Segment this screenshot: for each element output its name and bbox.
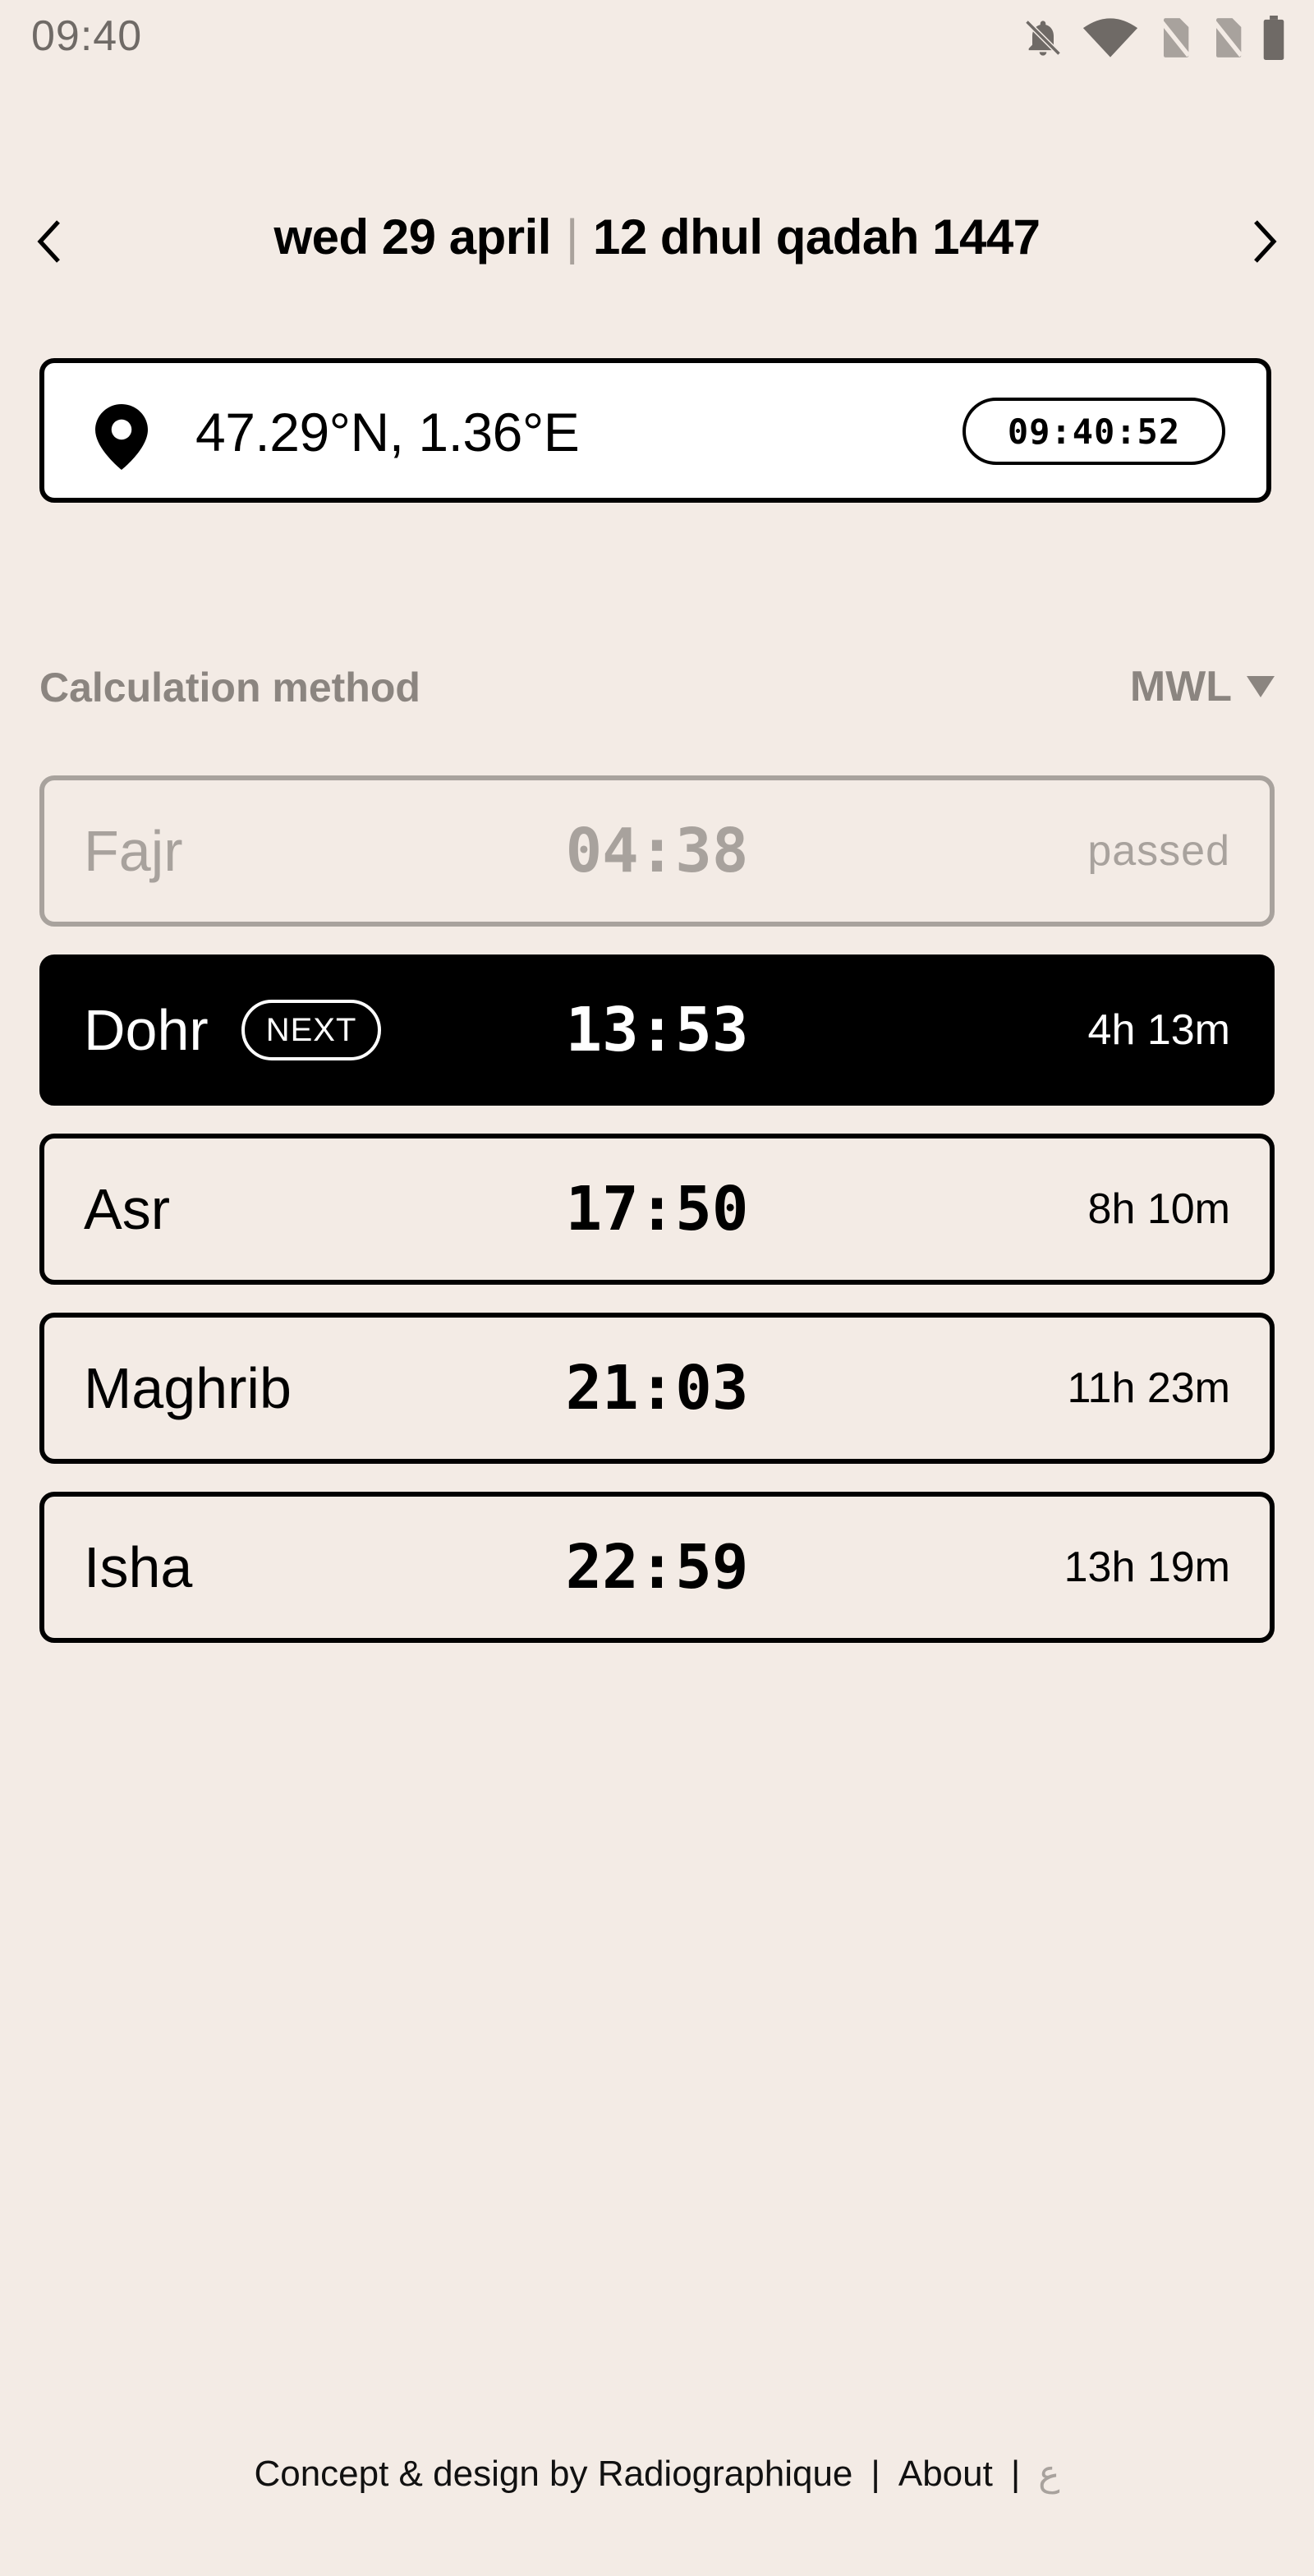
- calculation-method-row: Calculation method MWL: [39, 657, 1275, 723]
- footer-separator: |: [1010, 2454, 1021, 2494]
- prayer-remaining: passed: [1087, 827, 1230, 875]
- status-bar: 09:40: [0, 0, 1314, 76]
- prayer-remaining: 4h 13m: [1087, 1006, 1230, 1054]
- calculation-method-dropdown[interactable]: MWL: [1130, 662, 1275, 711]
- calculation-method-label: Calculation method: [39, 665, 420, 711]
- prayer-time: 13:53: [565, 995, 749, 1065]
- gregorian-date: wed 29 april: [273, 209, 551, 264]
- dropdown-triangle-icon: [1247, 676, 1275, 697]
- prayer-card-maghrib[interactable]: Maghrib 21:03 11h 23m: [39, 1313, 1275, 1464]
- prayer-remaining: 11h 23m: [1067, 1364, 1230, 1412]
- bell-off-icon: [1022, 16, 1064, 59]
- footer-separator: |: [871, 2454, 880, 2494]
- credit-link[interactable]: Concept & design by Radiographique: [254, 2454, 852, 2494]
- current-time-pill: 09:40:52: [963, 398, 1225, 465]
- location-card[interactable]: 47.29°N, 1.36°E 09:40:52: [39, 358, 1271, 503]
- hijri-date: 12 dhul qadah 1447: [593, 209, 1041, 264]
- prayer-remaining: 8h 10m: [1087, 1185, 1230, 1233]
- calculation-method-value: MWL: [1129, 663, 1232, 711]
- no-sim-icon: [1209, 16, 1245, 59]
- prayer-card-dohr[interactable]: Dohr NEXT 13:53 4h 13m: [39, 954, 1275, 1106]
- footer: Concept & design by Radiographique | About…: [0, 2453, 1314, 2495]
- prayer-card-isha[interactable]: Isha 22:59 13h 19m: [39, 1492, 1275, 1643]
- prayer-time: 04:38: [565, 816, 749, 886]
- chevron-right-icon: [1254, 220, 1277, 263]
- prayer-card-fajr[interactable]: Fajr 04:38 passed: [39, 775, 1275, 927]
- no-sim-icon: [1156, 16, 1192, 59]
- prayer-remaining: 13h 19m: [1064, 1543, 1230, 1591]
- status-icons: [1022, 15, 1286, 61]
- date-navigation: wed 29 april | 12 dhul qadah 1447: [0, 197, 1314, 279]
- status-time: 09:40: [31, 12, 143, 60]
- location-pin-icon: [95, 404, 148, 470]
- prayer-card-asr[interactable]: Asr 17:50 8h 10m: [39, 1134, 1275, 1285]
- date-separator: |: [565, 209, 579, 264]
- next-day-button[interactable]: [1240, 217, 1289, 266]
- language-toggle[interactable]: ع: [1038, 2454, 1059, 2494]
- date-title: wed 29 april | 12 dhul qadah 1447: [0, 209, 1314, 265]
- about-link[interactable]: About: [898, 2454, 993, 2494]
- prayer-time: 17:50: [565, 1174, 749, 1244]
- battery-icon: [1261, 16, 1286, 60]
- location-coordinates: 47.29°N, 1.36°E: [195, 402, 580, 462]
- wifi-icon: [1081, 16, 1140, 59]
